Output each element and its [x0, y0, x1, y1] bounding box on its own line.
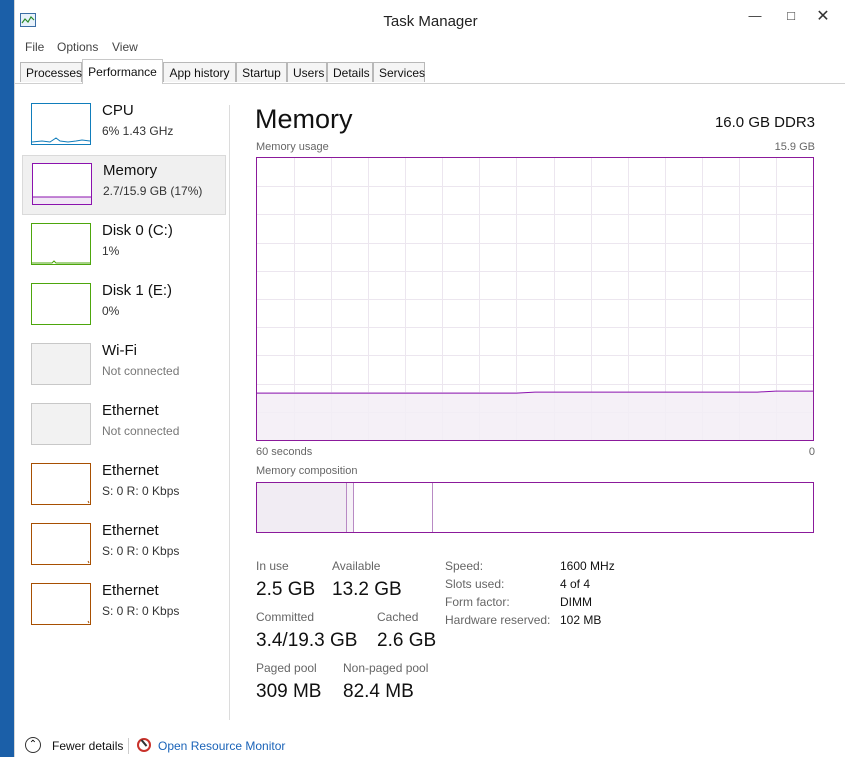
footer-bar: ⌃ Fewer details Open Resource Monitor — [15, 735, 845, 757]
maximize-button[interactable]: □ — [781, 8, 801, 23]
sidebar-label-ethernet-2: Ethernet — [102, 462, 159, 479]
available-value: 13.2 GB — [332, 579, 402, 600]
tab-details[interactable]: Details — [327, 62, 373, 82]
menu-bar: File Options View — [15, 38, 845, 56]
sidebar-item-disk1[interactable]: Disk 1 (E:) 0% — [22, 276, 226, 336]
menu-view[interactable]: View — [112, 40, 138, 54]
disk1-thumbnail-graph — [31, 283, 91, 325]
minimize-button[interactable]: — — [745, 8, 765, 23]
non-paged-pool-label: Non-paged pool — [343, 661, 429, 675]
menu-options[interactable]: Options — [57, 40, 98, 54]
sidebar-item-ethernet-1[interactable]: Ethernet Not connected — [22, 396, 226, 456]
menu-file[interactable]: File — [25, 40, 44, 54]
ethernet3-thumbnail-graph — [31, 523, 91, 565]
hardware-reserved-value: 102 MB — [560, 613, 602, 627]
sidebar-item-ethernet-3[interactable]: Ethernet S: 0 R: 0 Kbps — [22, 516, 226, 576]
title-bar[interactable]: Task Manager — □ ✕ — [15, 0, 845, 38]
paged-pool-label: Paged pool — [256, 661, 317, 675]
slots-used-value: 4 of 4 — [560, 577, 591, 591]
tab-bar: Processes Performance App history Startu… — [15, 59, 845, 84]
tab-processes[interactable]: Processes — [20, 62, 82, 82]
composition-standby-segment[interactable] — [354, 483, 433, 532]
window-title: Task Manager — [383, 13, 478, 30]
slots-used-label: Slots used: — [445, 577, 505, 591]
tab-services[interactable]: Services — [373, 62, 425, 82]
sidebar-item-cpu[interactable]: CPU 6% 1.43 GHz — [22, 96, 226, 156]
sidebar-item-wifi[interactable]: Wi-Fi Not connected — [22, 336, 226, 396]
sidebar-sub-ethernet-1: Not connected — [102, 424, 180, 438]
ethernet1-thumbnail-graph — [31, 403, 91, 445]
in-use-value: 2.5 GB — [256, 579, 316, 600]
memory-thumbnail-graph — [32, 163, 92, 205]
sidebar-label-cpu: CPU — [102, 102, 134, 119]
disk0-thumbnail-graph — [31, 223, 91, 265]
tab-startup[interactable]: Startup — [236, 62, 287, 82]
memory-usage-label: Memory usage — [256, 141, 329, 153]
sidebar-label-disk1: Disk 1 (E:) — [102, 282, 173, 299]
open-resource-monitor-link[interactable]: Open Resource Monitor — [158, 739, 285, 753]
sidebar-label-ethernet-4: Ethernet — [102, 582, 159, 599]
sidebar-sub-disk0: 1% — [102, 244, 120, 258]
cached-value: 2.6 GB — [377, 630, 437, 651]
committed-label: Committed — [256, 610, 315, 624]
time-axis-left-label: 60 seconds — [256, 446, 313, 458]
memory-usage-max: 15.9 GB — [774, 141, 815, 153]
speed-label: Speed: — [445, 559, 484, 573]
sidebar-item-ethernet-2[interactable]: Ethernet S: 0 R: 0 Kbps — [22, 456, 226, 516]
time-axis-right-label: 0 — [808, 446, 815, 458]
tab-users[interactable]: Users — [287, 62, 327, 82]
sidebar-item-ethernet-4[interactable]: Ethernet S: 0 R: 0 Kbps — [22, 576, 226, 636]
ethernet4-thumbnail-graph — [31, 583, 91, 625]
cached-label: Cached — [377, 610, 419, 624]
sidebar-sub-ethernet-3: S: 0 R: 0 Kbps — [102, 544, 180, 558]
form-factor-value: DIMM — [560, 595, 592, 609]
memory-composition-label: Memory composition — [256, 465, 358, 477]
memory-composition-bar — [256, 482, 814, 533]
close-button[interactable]: ✕ — [813, 6, 833, 26]
performance-sidebar: CPU 6% 1.43 GHz Memory 2.7/15.9 GB (17%)… — [15, 84, 227, 724]
memory-usage-plot — [257, 158, 813, 440]
composition-modified-segment[interactable] — [347, 483, 354, 532]
sidebar-sub-ethernet-4: S: 0 R: 0 Kbps — [102, 604, 180, 618]
sidebar-sub-ethernet-2: S: 0 R: 0 Kbps — [102, 484, 180, 498]
tab-performance[interactable]: Performance — [82, 59, 163, 84]
sidebar-item-disk0[interactable]: Disk 0 (C:) 1% — [22, 216, 226, 276]
sidebar-sub-memory: 2.7/15.9 GB (17%) — [103, 184, 203, 198]
sidebar-sub-wifi: Not connected — [102, 364, 180, 378]
sidebar-label-wifi: Wi-Fi — [102, 342, 137, 359]
page-title: Memory — [255, 104, 353, 134]
speed-value: 1600 MHz — [560, 559, 615, 573]
footer-divider — [128, 738, 129, 754]
ethernet2-thumbnail-graph — [31, 463, 91, 505]
sidebar-sub-disk1: 0% — [102, 304, 120, 318]
memory-usage-graph — [256, 157, 814, 441]
available-label: Available — [332, 559, 381, 573]
form-factor-label: Form factor: — [445, 595, 510, 609]
wifi-thumbnail-graph — [31, 343, 91, 385]
resource-monitor-icon[interactable] — [137, 738, 151, 752]
cpu-thumbnail-graph — [31, 103, 91, 145]
committed-value: 3.4/19.3 GB — [256, 630, 358, 651]
in-use-label: In use — [256, 559, 289, 573]
hardware-reserved-label: Hardware reserved: — [445, 613, 551, 627]
memory-usage-area — [257, 392, 813, 440]
sidebar-label-disk0: Disk 0 (C:) — [102, 222, 173, 239]
sidebar-label-memory: Memory — [103, 162, 158, 179]
fewer-details-button[interactable]: Fewer details — [52, 739, 123, 753]
task-manager-window: Task Manager — □ ✕ File Options View Pro… — [14, 0, 845, 757]
tab-app-history[interactable]: App history — [163, 62, 236, 82]
sidebar-label-ethernet-1: Ethernet — [102, 402, 159, 419]
sidebar-sub-cpu: 6% 1.43 GHz — [102, 124, 174, 138]
chevron-up-icon[interactable]: ⌃ — [25, 737, 41, 753]
sidebar-label-ethernet-3: Ethernet — [102, 522, 159, 539]
paged-pool-value: 309 MB — [256, 681, 322, 702]
composition-in-use-segment[interactable] — [257, 483, 347, 532]
sidebar-item-memory[interactable]: Memory 2.7/15.9 GB (17%) — [22, 155, 226, 215]
sidebar-divider — [229, 105, 230, 720]
non-paged-pool-value: 82.4 MB — [343, 681, 414, 702]
memory-spec: 16.0 GB DDR3 — [714, 114, 815, 131]
